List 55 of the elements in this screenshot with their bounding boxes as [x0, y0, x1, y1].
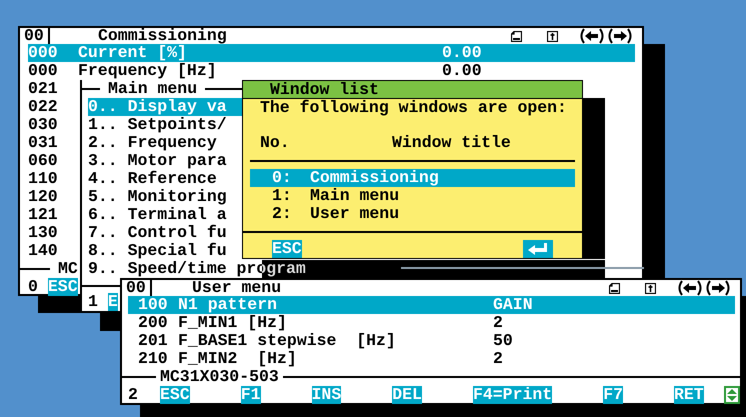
enter-icon: [526, 242, 549, 256]
menu-item[interactable]: 2.. Frequency: [88, 134, 242, 152]
right-arrow-button[interactable]: [704, 280, 732, 296]
table-cell-text: Current [%]: [78, 44, 187, 62]
cross-box-icon: [547, 30, 558, 42]
column-header: Window title: [392, 134, 511, 152]
list-item[interactable]: 1: Main menu: [250, 187, 575, 206]
table-cell: 2: [493, 314, 503, 332]
menu-item[interactable]: 3.. Motor para: [88, 152, 242, 170]
left-arrow-button[interactable]: [578, 28, 606, 44]
menu-item[interactable]: 5.. Monitoring: [88, 188, 242, 206]
table-cell-text: 201: [138, 332, 169, 350]
left-arrow-button[interactable]: [676, 280, 704, 296]
table-row[interactable]: 210 F_MIN2 [Hz] 2: [128, 350, 735, 368]
enter-button[interactable]: [522, 240, 553, 258]
table-cell-text: F_MIN2 [Hz]: [178, 350, 298, 368]
table-cell: 0.00: [442, 44, 482, 62]
window-index: 0: [28, 278, 38, 296]
window-index: 1: [88, 293, 98, 311]
right-arrow-button[interactable]: [606, 28, 634, 44]
menu-item[interactable]: 6.. Terminal a: [88, 206, 242, 224]
scroll-button[interactable]: [724, 386, 740, 404]
table-cell-text: N1 pattern: [178, 296, 278, 314]
menu-item[interactable]: 1.. Setpoints/: [88, 116, 242, 134]
table-cell-text: 200: [138, 314, 169, 332]
table-cell-text: 210: [138, 350, 169, 368]
table-cell-text: F_MIN1 [Hz]: [178, 314, 288, 332]
dialog-title: Window list: [243, 81, 582, 99]
cross-box-icon: [645, 282, 656, 294]
table-row[interactable]: 201 F_BASE1 stepwise [Hz] 50: [128, 332, 735, 350]
menu-item[interactable]: 8.. Special fu: [88, 242, 242, 260]
window-title: User menu: [192, 279, 282, 297]
dialog-message: The following windows are open:: [259, 99, 568, 117]
table-cell-text: 000: [28, 62, 59, 80]
table-cell-text: 000: [28, 44, 59, 62]
footer-label: MC: [58, 260, 78, 278]
up-down-arrow-icon: [727, 389, 737, 401]
table-cell-text: Frequency [Hz]: [78, 62, 218, 80]
table-cell: 0.00: [442, 62, 482, 80]
table-row[interactable]: 000 Frequency [Hz] 0.00: [28, 62, 635, 80]
table-cell: GAIN: [493, 296, 533, 314]
table-row[interactable]: 200 F_MIN1 [Hz] 2: [128, 314, 735, 332]
table-cell: 50: [493, 332, 513, 350]
page-icon: [609, 282, 620, 294]
column-header: No.: [260, 134, 291, 152]
window-title: Commissioning: [98, 27, 227, 45]
list-item[interactable]: 2: User menu: [250, 205, 575, 224]
window-index: 2: [128, 386, 139, 404]
footer-label: MC31X030-503: [160, 368, 279, 386]
table-cell-text: 100: [138, 296, 169, 314]
menu-item[interactable]: 4.. Reference: [88, 170, 242, 188]
page-icon: [511, 30, 522, 42]
table-cell-text: F_BASE1 stepwise [Hz]: [178, 332, 397, 350]
table-cell: 2: [493, 350, 503, 368]
menu-item[interactable]: 7.. Control fu: [88, 224, 242, 242]
